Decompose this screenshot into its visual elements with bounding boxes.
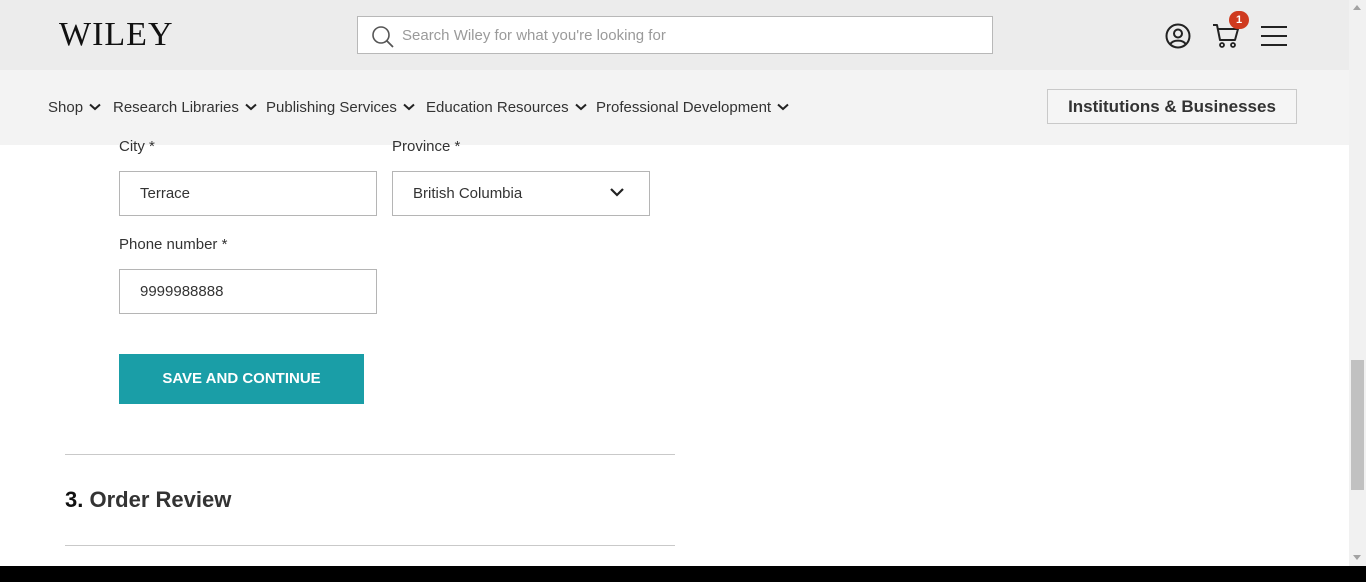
bottom-bar [0,566,1366,582]
save-and-continue-button[interactable]: SAVE AND CONTINUE [119,354,364,404]
required-marker: * [144,138,155,155]
nav-item-label: Shop [48,99,84,116]
nav-item-publishing-services[interactable]: Publishing Services [266,99,415,117]
province-label-text: Province [392,138,451,155]
chevron-down-icon [403,103,415,111]
province-select[interactable]: British Columbia [392,171,650,216]
scroll-down-arrow-icon[interactable] [1353,555,1361,560]
phone-field[interactable]: 9999988888 [119,269,377,314]
account-icon[interactable] [1165,23,1191,49]
chevron-down-icon [610,188,624,197]
chevron-down-icon [245,103,257,111]
city-label-text: City [119,138,145,155]
cart-count-badge: 1 [1229,11,1249,29]
section-title-text: Order Review [89,487,232,512]
nav-item-professional-development[interactable]: Professional Development [596,99,789,117]
province-label: Province * [392,138,460,156]
institutions-businesses-button[interactable]: Institutions & Businesses [1047,89,1297,124]
hamburger-menu-icon[interactable] [1261,25,1287,47]
required-marker: * [450,138,461,155]
main-nav: Shop Research Libraries Publishing Servi… [0,70,1349,145]
chevron-down-icon [89,103,101,111]
nav-item-research-libraries[interactable]: Research Libraries [113,99,257,117]
nav-item-label: Education Resources [426,99,569,116]
chevron-down-icon [777,103,789,111]
top-header: WILEY 1 [0,0,1349,70]
nav-item-label: Publishing Services [266,99,397,116]
nav-item-shop[interactable]: Shop [48,99,101,117]
section-divider [65,545,675,546]
phone-label: Phone number * [119,236,228,253]
city-label: City * [119,138,155,156]
section-number: 3. [65,487,84,512]
scroll-up-arrow-icon[interactable] [1353,5,1361,10]
scrollbar-thumb[interactable] [1351,360,1364,490]
city-field[interactable]: Terrace [119,171,377,216]
search-input[interactable] [402,17,982,53]
section-divider [65,454,675,455]
nav-item-education-resources[interactable]: Education Resources [426,99,587,117]
order-review-heading[interactable]: 3. Order Review [65,486,231,514]
nav-item-label: Research Libraries [113,99,239,116]
search-icon[interactable] [371,25,395,49]
wiley-logo[interactable]: WILEY [59,15,174,55]
search-box[interactable] [357,16,993,54]
chevron-down-icon [575,103,587,111]
page: WILEY 1 Shop [0,0,1366,582]
province-selected-value: British Columbia [413,185,523,202]
nav-item-label: Professional Development [596,99,772,116]
